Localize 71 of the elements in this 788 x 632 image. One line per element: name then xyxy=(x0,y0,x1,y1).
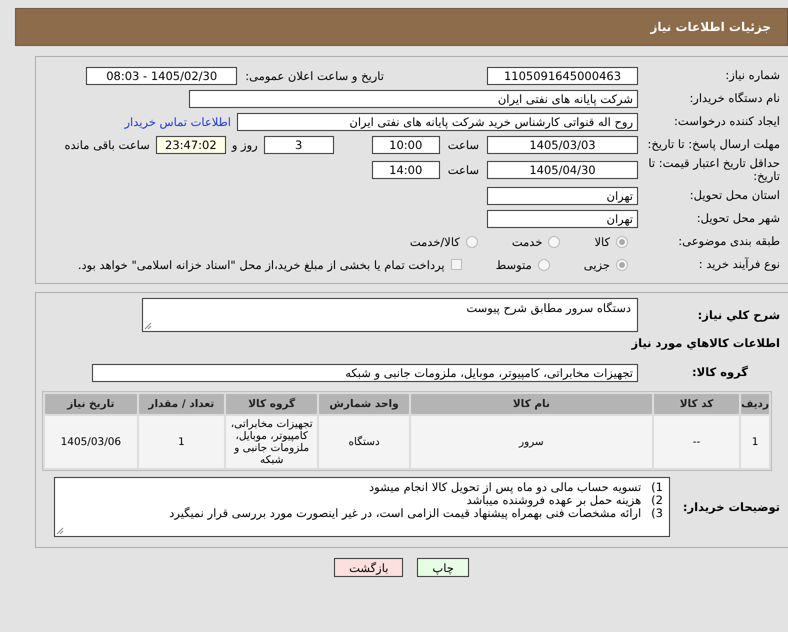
field-label: تاریخ و ساعت اعلان عمومی: xyxy=(245,68,384,82)
text-field[interactable]: روح اله قنواتی کارشناس خرید شرکت پایانه های نفتی ایران xyxy=(237,112,638,130)
page-title: جزئیات اطلاعات نیاز xyxy=(650,20,771,34)
text-field[interactable]: 1405/04/30 xyxy=(487,161,638,179)
field-label: ساعت xyxy=(448,138,479,152)
option-label: متوسط xyxy=(496,258,532,272)
field-label: نام دستگاه خریدار: xyxy=(688,92,781,105)
column-header: گروه کالا xyxy=(226,394,318,414)
field-label: طبقه بندی موضوعی: xyxy=(677,235,781,248)
table-cell: -- xyxy=(654,416,740,468)
field-label: گروه کالا: xyxy=(691,366,749,379)
description-text: دستگاه سرور مطابق شرح پیوست xyxy=(466,301,631,315)
field-label: ساعت xyxy=(448,163,479,177)
note-text: هزینه حمل بر عهده فروشنده میباشد xyxy=(466,494,642,507)
text-field[interactable]: تهران xyxy=(487,210,638,228)
text-field[interactable]: تهران xyxy=(487,186,638,204)
option-label: جزیی xyxy=(584,258,610,272)
text-field[interactable]: 1105091645000463 xyxy=(487,66,638,84)
field-label: شماره نیاز: xyxy=(724,69,781,82)
field-label: توضیحات خریدار: xyxy=(682,500,781,514)
text-field[interactable]: 3 xyxy=(264,136,334,154)
text-field[interactable]: تجهیزات مخابراتی، کامپیوتر، موبایل، ملزومات جانبی و شبکه xyxy=(92,364,638,382)
field-label: روز و xyxy=(232,138,258,152)
list-number: 3) xyxy=(651,507,663,520)
timer-field[interactable]: 23:47:02 xyxy=(156,136,226,154)
column-header: تاریخ نیاز xyxy=(45,394,137,414)
field-label: ساعت باقی مانده xyxy=(64,138,150,152)
text-field[interactable]: 1405/02/30 - 08:03 xyxy=(86,66,238,84)
option-label: کالا xyxy=(594,234,610,248)
list-number: 1) xyxy=(651,481,663,494)
table-cell: سرور xyxy=(410,416,652,468)
table-cell: 1405/03/06 xyxy=(45,416,137,468)
field-label: نوع فرآیند خرید : xyxy=(698,258,781,271)
back-button[interactable]: بازگشت xyxy=(334,558,404,577)
contact-link[interactable]: اطلاعات تماس خریدار xyxy=(124,114,231,128)
text-field[interactable]: شرکت پایانه های نفتی ایران xyxy=(189,90,638,108)
field-label: ایجاد کننده درخواست: xyxy=(673,115,781,128)
note-text: ارائه مشخصات فنی بهمراه پیشنهاد قیمت الزامی است، در غیر اینصورت مورد بررسی قرار نمیگیرد xyxy=(169,507,642,520)
checkbox-label: پرداخت تمام یا بخشی از مبلغ خرید،از محل "اسناد خزانه اسلامی" خواهد بود. xyxy=(78,258,445,272)
field-label: مهلت ارسال پاسخ: تا تاریخ: xyxy=(646,138,781,151)
radio-button[interactable] xyxy=(466,236,478,248)
table-cell: 1 xyxy=(741,416,769,468)
field-label: استان محل تحویل: xyxy=(688,189,781,202)
column-header: ردیف xyxy=(741,394,769,414)
resize-grip-icon[interactable] xyxy=(144,322,152,330)
description-field[interactable]: دستگاه سرور مطابق شرح پیوست xyxy=(142,298,638,332)
text-field[interactable]: 10:00 xyxy=(372,136,440,154)
option-label: کالا/خدمت xyxy=(410,234,460,248)
table-cell: تجهیزات مخابراتی، کامپیوتر، موبایل، ملزومات جانبی و شبکه xyxy=(226,416,318,468)
field-label: شرح کلي نياز: xyxy=(696,308,781,322)
list-number: 2) xyxy=(651,494,663,507)
table-cell: دستگاه xyxy=(319,416,409,468)
radio-button[interactable] xyxy=(616,258,628,270)
print-button[interactable]: چاپ xyxy=(417,558,469,577)
radio-button[interactable] xyxy=(616,236,628,248)
text-field[interactable]: 1405/03/03 xyxy=(487,136,638,154)
section-heading: اطلاعات کالاهاي مورد نياز xyxy=(630,336,781,350)
radio-button[interactable] xyxy=(548,236,560,248)
checkbox[interactable] xyxy=(450,259,462,270)
field-label: شهر محل تحویل: xyxy=(696,212,781,225)
column-header: کد کالا xyxy=(654,394,740,414)
radio-button[interactable] xyxy=(538,258,550,270)
note-text: تسویه حساب مالی دو ماه پس از تحویل کالا انجام میشود xyxy=(369,481,642,494)
field-label: حداقل تاریخ اعتبار قیمت: تا تاریخ: xyxy=(647,157,781,183)
option-label: خدمت xyxy=(512,234,542,248)
table-cell: 1 xyxy=(138,416,224,468)
column-header: نام کالا xyxy=(410,394,652,414)
text-field[interactable]: 14:00 xyxy=(372,161,440,179)
resize-grip-icon[interactable] xyxy=(56,527,64,535)
column-header: تعداد / مقدار xyxy=(138,394,224,414)
column-header: واحد شمارش xyxy=(319,394,409,414)
